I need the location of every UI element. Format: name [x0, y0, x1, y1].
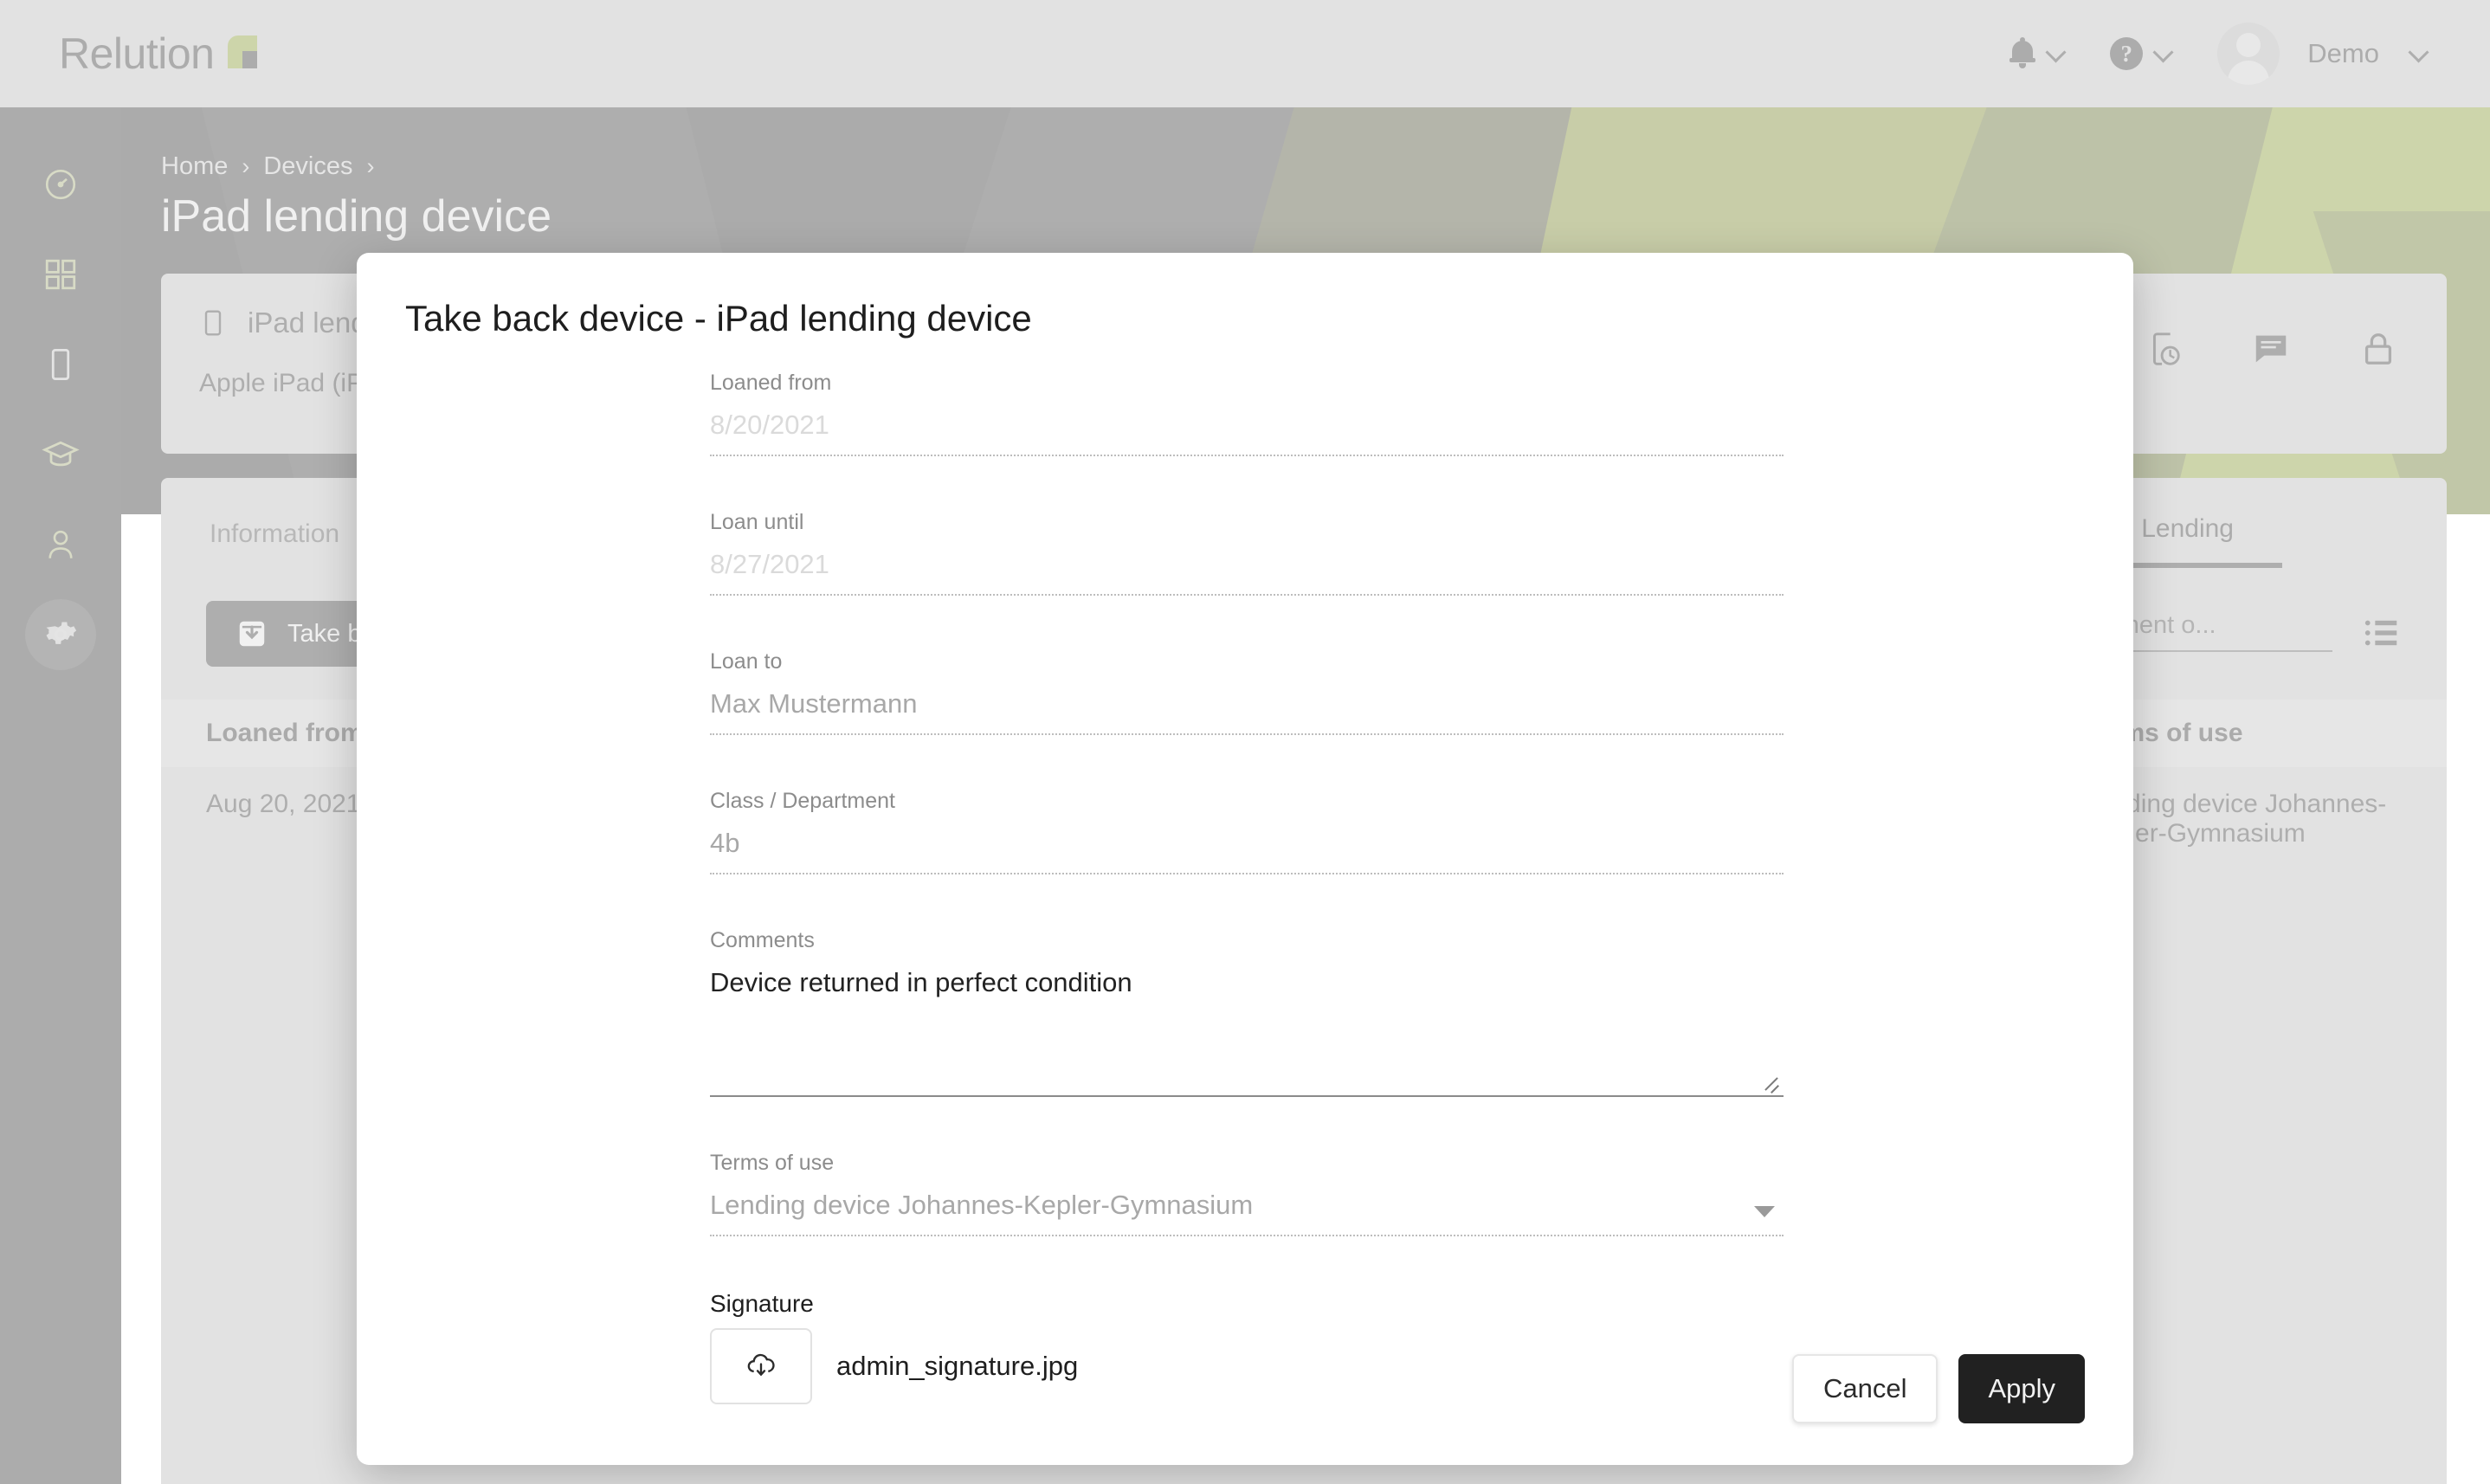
apply-button[interactable]: Apply [1958, 1354, 2085, 1423]
cancel-button[interactable]: Cancel [1791, 1354, 1938, 1423]
field-loan-to: Loan to Max Mustermann [710, 649, 1784, 735]
class-department-input[interactable]: 4b [710, 828, 1784, 874]
chevron-down-icon [1754, 1206, 1775, 1217]
field-class-department: Class / Department 4b [710, 789, 1784, 874]
cloud-upload-icon [747, 1353, 775, 1377]
comments-value: Device returned in perfect condition [710, 967, 1132, 997]
dialog-title: Take back device - iPad lending device [405, 298, 1032, 339]
app-root: Relution ? Demo [0, 0, 2490, 1484]
field-label: Loan to [710, 649, 783, 674]
signature-label: Signature [710, 1290, 814, 1317]
loaned-from-input: 8/20/2021 [710, 410, 1784, 456]
loan-to-input[interactable]: Max Mustermann [710, 688, 1784, 735]
field-label: Loan until [710, 510, 804, 534]
field-label: Loaned from [710, 371, 832, 395]
dialog-form: Loaned from 8/20/2021 Loan until 8/27/20… [710, 371, 1784, 1404]
field-label: Terms of use [710, 1151, 835, 1175]
loan-until-input: 8/27/2021 [710, 549, 1784, 596]
terms-of-use-select[interactable]: Lending device Johannes-Kepler-Gymnasium [710, 1190, 1784, 1236]
field-label: Class / Department [710, 789, 895, 813]
field-loan-until: Loan until 8/27/2021 [710, 510, 1784, 596]
field-comments: Comments Device returned in perfect cond… [710, 928, 1784, 1097]
dialog-actions: Cancel Apply [1791, 1354, 2085, 1423]
signature-upload-button[interactable] [710, 1328, 812, 1404]
field-terms-of-use: Terms of use Lending device Johannes-Kep… [710, 1151, 1784, 1236]
signature-file-name: admin_signature.jpg [836, 1351, 1079, 1381]
field-loaned-from: Loaned from 8/20/2021 [710, 371, 1784, 456]
take-back-device-dialog: Take back device - iPad lending device L… [357, 253, 2133, 1465]
field-signature: Signature admin_signature.jpg [710, 1290, 1784, 1404]
comments-textarea[interactable]: Device returned in perfect condition [710, 967, 1784, 1097]
field-label: Comments [710, 928, 815, 952]
resize-handle-icon[interactable] [1761, 1071, 1780, 1090]
